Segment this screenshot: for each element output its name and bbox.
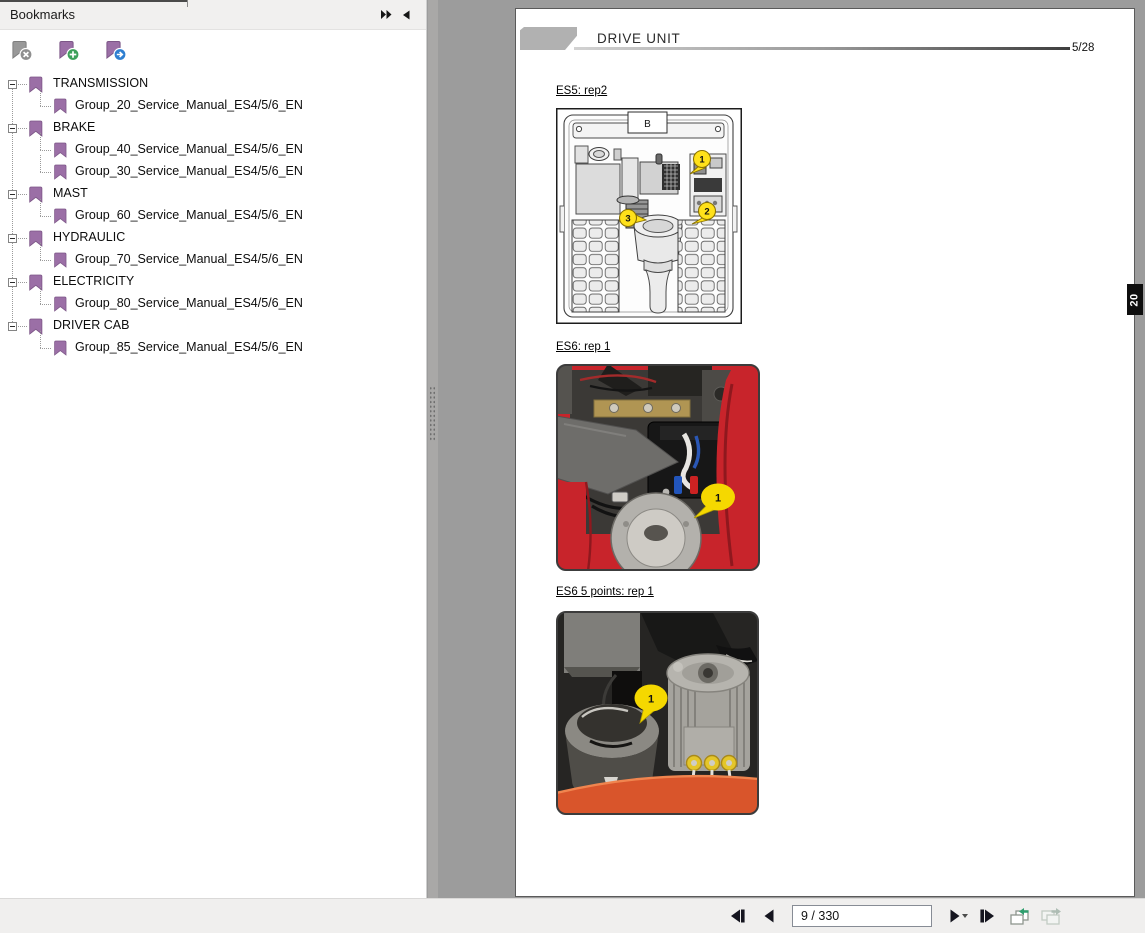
bookmark-item[interactable]: Group_80_Service_Manual_ES4/5/6_EN (0, 287, 426, 315)
bookmark-label[interactable]: Group_40_Service_Manual_ES4/5/6_EN (72, 141, 306, 157)
previous-page-button[interactable] (756, 904, 782, 928)
bookmark-label[interactable]: DRIVER CAB (50, 317, 132, 333)
chapter-edge-tab: 20 (1127, 284, 1143, 315)
figure-b-label: B (644, 119, 651, 130)
bookmark-item[interactable]: Group_70_Service_Manual_ES4/5/6_EN (0, 243, 426, 271)
callout-number: 1 (715, 493, 721, 505)
bookmark-flag-icon (29, 318, 43, 335)
bookmark-group-transmission[interactable]: TRANSMISSION (0, 73, 426, 95)
bookmark-flag-icon (54, 164, 67, 180)
page-number-input[interactable] (793, 909, 962, 923)
figure-es6-photo: 1 (556, 364, 760, 571)
bookmark-flag-icon (54, 208, 67, 224)
callout-number: 2 (704, 207, 709, 218)
bookmark-label[interactable]: ELECTRICITY (50, 273, 137, 289)
collapse-toggle-icon[interactable] (8, 80, 17, 89)
next-page-button[interactable] (942, 904, 968, 928)
callout-number: 3 (625, 214, 630, 225)
bookmark-group-electricity[interactable]: ELECTRICITY (0, 271, 426, 293)
page-number-combobox[interactable] (792, 905, 962, 927)
pdf-reader-window: Bookmarks TRANSMISSION Group_20_Service_… (0, 0, 1145, 933)
figure-es6-5points-photo: 1 (556, 611, 759, 815)
bookmark-flag-icon (54, 98, 67, 114)
collapse-toggle-icon[interactable] (8, 124, 17, 133)
next-view-button (1038, 904, 1064, 928)
collapse-toggle-icon[interactable] (8, 190, 17, 199)
bookmarks-panel-title: Bookmarks (10, 7, 76, 22)
expand-all-icon[interactable] (376, 6, 396, 24)
callout-number: 1 (648, 694, 654, 706)
figure-caption: ES6 5 points: rep 1 (556, 586, 654, 598)
header-tab-shape (520, 27, 577, 50)
collapse-panel-icon[interactable] (396, 6, 416, 24)
bookmark-flag-icon (29, 186, 43, 203)
bookmark-flag-icon (29, 120, 43, 137)
header-rule (574, 47, 1070, 50)
bookmark-label[interactable]: Group_80_Service_Manual_ES4/5/6_EN (72, 295, 306, 311)
figure-caption: ES5: rep2 (556, 85, 608, 97)
bookmark-label[interactable]: HYDRAULIC (50, 229, 128, 245)
chapter-edge-tab-label: 20 (1129, 292, 1141, 307)
bookmark-label[interactable]: MAST (50, 185, 91, 201)
bookmark-group-brake[interactable]: BRAKE (0, 117, 426, 139)
callout-number: 1 (699, 155, 705, 166)
toolbar-edge-tick (187, 0, 188, 7)
bookmark-flag-icon (29, 76, 43, 93)
bookmark-label[interactable]: Group_60_Service_Manual_ES4/5/6_EN (72, 207, 306, 223)
toolbar-edge-artifact (0, 0, 187, 2)
splitter-grip-handle[interactable] (429, 386, 436, 441)
figure-es5-drawing: B 1 2 3 (556, 108, 742, 324)
bookmarks-tree: TRANSMISSION Group_20_Service_Manual_ES4… (0, 67, 426, 359)
previous-view-button[interactable] (1006, 904, 1032, 928)
bookmark-label[interactable]: Group_70_Service_Manual_ES4/5/6_EN (72, 251, 306, 267)
last-page-button[interactable] (974, 904, 1000, 928)
bookmark-item[interactable]: Group_60_Service_Manual_ES4/5/6_EN (0, 199, 426, 227)
collapse-toggle-icon[interactable] (8, 234, 17, 243)
goto-bookmark-icon[interactable] (104, 39, 128, 63)
bookmark-flag-icon (54, 252, 67, 268)
bookmark-group-driver-cab[interactable]: DRIVER CAB (0, 315, 426, 337)
first-page-button[interactable] (724, 904, 750, 928)
bookmarks-panel: Bookmarks TRANSMISSION Group_20_Service_… (0, 0, 427, 898)
bookmark-item[interactable]: Group_20_Service_Manual_ES4/5/6_EN (0, 89, 426, 117)
bookmark-label[interactable]: TRANSMISSION (50, 75, 151, 91)
bookmark-flag-icon (54, 142, 67, 158)
pdf-page: DRIVE UNIT 5/28 ES5: rep2 B 1 2 3 ES6: r… (515, 8, 1143, 897)
figure-caption: ES6: rep 1 (556, 341, 611, 353)
chapter-page-number: 5/28 (1072, 42, 1095, 54)
delete-bookmark-icon (10, 39, 34, 63)
collapse-toggle-icon[interactable] (8, 322, 17, 331)
bookmark-label[interactable]: Group_20_Service_Manual_ES4/5/6_EN (72, 97, 306, 113)
bookmark-label[interactable]: Group_30_Service_Manual_ES4/5/6_EN (72, 163, 306, 179)
bookmark-flag-icon (54, 340, 67, 356)
collapse-toggle-icon[interactable] (8, 278, 17, 287)
bookmark-item[interactable]: Group_85_Service_Manual_ES4/5/6_EN (0, 331, 426, 359)
bookmark-flag-icon (54, 296, 67, 312)
bookmark-item[interactable]: Group_40_Service_Manual_ES4/5/6_EN (0, 133, 426, 161)
bookmark-item[interactable]: Group_30_Service_Manual_ES4/5/6_EN (0, 155, 426, 183)
bookmark-label[interactable]: BRAKE (50, 119, 98, 135)
panel-splitter[interactable] (428, 0, 438, 898)
bookmark-label[interactable]: Group_85_Service_Manual_ES4/5/6_EN (72, 339, 306, 355)
new-bookmark-icon[interactable] (57, 39, 81, 63)
bookmark-flag-icon (29, 230, 43, 247)
bookmark-group-mast[interactable]: MAST (0, 183, 426, 205)
bookmarks-panel-header: Bookmarks (0, 0, 426, 30)
bookmark-group-hydraulic[interactable]: HYDRAULIC (0, 227, 426, 249)
page-title: DRIVE UNIT (597, 31, 681, 46)
bookmarks-toolbar (0, 30, 426, 67)
page-navigation-bar (0, 898, 1145, 933)
bookmark-flag-icon (29, 274, 43, 291)
